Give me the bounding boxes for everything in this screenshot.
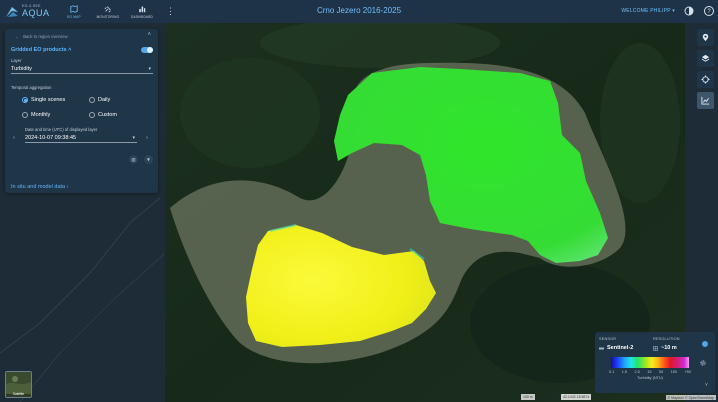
- radio-dot: [22, 97, 28, 103]
- grid-icon: [653, 345, 658, 351]
- map-attribution[interactable]: © Mapbox © OpenStreetMap: [665, 395, 716, 400]
- radio-daily[interactable]: Daily: [89, 97, 110, 103]
- radio-label: Custom: [98, 112, 117, 118]
- nav-eo-map-label: EO MAP: [67, 14, 81, 19]
- resolution-value: ~10 m: [653, 345, 677, 351]
- wave-logo-icon: [6, 6, 18, 17]
- radio-custom[interactable]: Custom: [89, 112, 117, 118]
- bar-chart-icon: [139, 6, 146, 12]
- user-menu[interactable]: WELCOME PHILIPP ▾: [621, 8, 675, 14]
- chart-button[interactable]: [697, 92, 714, 109]
- sensor-label: SENSOR: [599, 337, 617, 341]
- radio-label: Monthly: [31, 112, 51, 118]
- tick-label: 0.1: [609, 370, 615, 374]
- crosshair-icon: [701, 75, 710, 84]
- colorbar-unit: Turbidity (NTU): [637, 376, 663, 380]
- radio-label: Single scenes: [31, 97, 66, 103]
- sensor-value-text: Sentinel-2: [607, 345, 634, 351]
- line-chart-icon: [701, 96, 710, 105]
- radio-label: Daily: [98, 97, 111, 103]
- back-label: Back to region overview: [23, 34, 68, 39]
- locate-button[interactable]: [697, 71, 714, 88]
- dropdown-caret-icon: ▾: [132, 135, 135, 141]
- date-select-value: 2024-10-07 09:38:45: [25, 135, 77, 141]
- top-header: EO-4-SEE AQUA EO MAP MONITORING DASHBOAR…: [0, 0, 718, 23]
- insitu-label: In situ and model data: [11, 184, 66, 190]
- layer-select-value: Turbidity: [11, 66, 32, 72]
- scale-bar: 100 m: [521, 394, 535, 400]
- help-icon[interactable]: ?: [703, 5, 715, 17]
- tick-label: 50: [658, 370, 664, 374]
- colorbar-ticks: 0.1 1.5 2.5 15 50 150 +50: [609, 370, 691, 374]
- satellite-small-icon: [599, 347, 604, 349]
- chevron-up-icon: ˄: [68, 47, 72, 53]
- layer-panel: ← Back to region overview ˄ Gridded EO p…: [5, 29, 158, 193]
- next-date-icon[interactable]: ›: [146, 135, 148, 141]
- layer-select[interactable]: Turbidity ▾: [11, 65, 153, 74]
- dark-mode-icon[interactable]: [683, 5, 695, 17]
- welcome-text: WELCOME PHILIPP: [621, 8, 671, 14]
- radio-single-scenes[interactable]: Single scenes: [22, 97, 65, 103]
- layers-button[interactable]: [697, 50, 714, 67]
- tick-label: 2.5: [634, 370, 640, 374]
- basemap-switcher[interactable]: Satellite: [5, 371, 32, 398]
- tick-label: 1.5: [621, 370, 628, 374]
- location-pin-icon: [702, 33, 709, 42]
- map-icon: [70, 4, 78, 13]
- sensor-value: Sentinel-2: [599, 345, 633, 351]
- turbidity-colorbar: [611, 357, 689, 368]
- delete-icon[interactable]: ▥: [129, 155, 138, 164]
- resolution-value-text: ~10 m: [661, 345, 677, 351]
- nav-monitoring-label: MONITORING: [96, 14, 120, 19]
- basemap-thumbnail: [6, 372, 31, 394]
- nav-eo-map[interactable]: EO MAP: [57, 0, 91, 23]
- caret-down-icon: ▾: [672, 8, 675, 14]
- date-select[interactable]: 2024-10-07 09:38:45 ▾: [25, 134, 137, 143]
- more-menu-icon[interactable]: ⋮: [166, 6, 175, 17]
- back-to-overview-link[interactable]: ← Back to region overview: [15, 34, 68, 39]
- collapse-panel-icon[interactable]: ˄: [147, 32, 151, 38]
- nav-monitoring[interactable]: MONITORING: [91, 0, 125, 23]
- satellite-icon: [104, 5, 111, 12]
- section-gridded-eo[interactable]: Gridded EO products ˄: [11, 47, 71, 53]
- nav-dashboard[interactable]: DASHBOARD: [125, 0, 159, 23]
- layer-label: Layer: [11, 58, 22, 63]
- radio-dot: [89, 97, 95, 103]
- location-pin-button[interactable]: [697, 29, 714, 46]
- section-title-text: Gridded EO products: [11, 47, 67, 53]
- tick-label: 150: [670, 370, 677, 374]
- info-icon[interactable]: [702, 341, 708, 347]
- app-root: EO-4-SEE AQUA EO MAP MONITORING DASHBOAR…: [0, 0, 718, 402]
- insitu-model-link[interactable]: In situ and model data ›: [11, 184, 69, 190]
- resolution-label: RESOLUTION: [653, 337, 680, 341]
- gear-icon[interactable]: [699, 359, 707, 367]
- svg-text:?: ?: [707, 9, 711, 15]
- legend-panel: SENSOR Sentinel-2 RESOLUTION ~10 m 0.1 1…: [595, 332, 715, 393]
- nav-dashboard-label: DASHBOARD: [131, 14, 153, 19]
- filter-icon[interactable]: ▼: [144, 155, 153, 164]
- page-title-text: Crno Jezero 2016-2025: [316, 6, 402, 15]
- radio-monthly[interactable]: Monthly: [22, 112, 50, 118]
- basemap-label: Satellite: [12, 392, 25, 396]
- date-label: Date and time (UTC) of displayed layer: [25, 127, 98, 132]
- dropdown-caret-icon: ▾: [148, 66, 151, 72]
- tick-label: 15: [647, 370, 652, 374]
- prev-date-icon[interactable]: ‹: [13, 135, 15, 141]
- temporal-label: Temporal aggregation: [11, 85, 52, 90]
- tick-label: +50: [684, 370, 691, 374]
- layers-icon: [701, 54, 710, 62]
- brand-name: AQUA: [22, 7, 50, 18]
- legend-collapse-icon[interactable]: ˅: [705, 382, 708, 388]
- arrow-left-icon: ←: [15, 34, 20, 39]
- gridded-eo-toggle[interactable]: [141, 47, 153, 53]
- radio-dot: [89, 112, 95, 118]
- chevron-right-icon: ›: [66, 184, 69, 190]
- brand-logo[interactable]: EO-4-SEE AQUA: [5, 5, 57, 18]
- radio-dot: [22, 112, 28, 118]
- coordinates-readout: 42.1432 18.5874: [561, 394, 592, 400]
